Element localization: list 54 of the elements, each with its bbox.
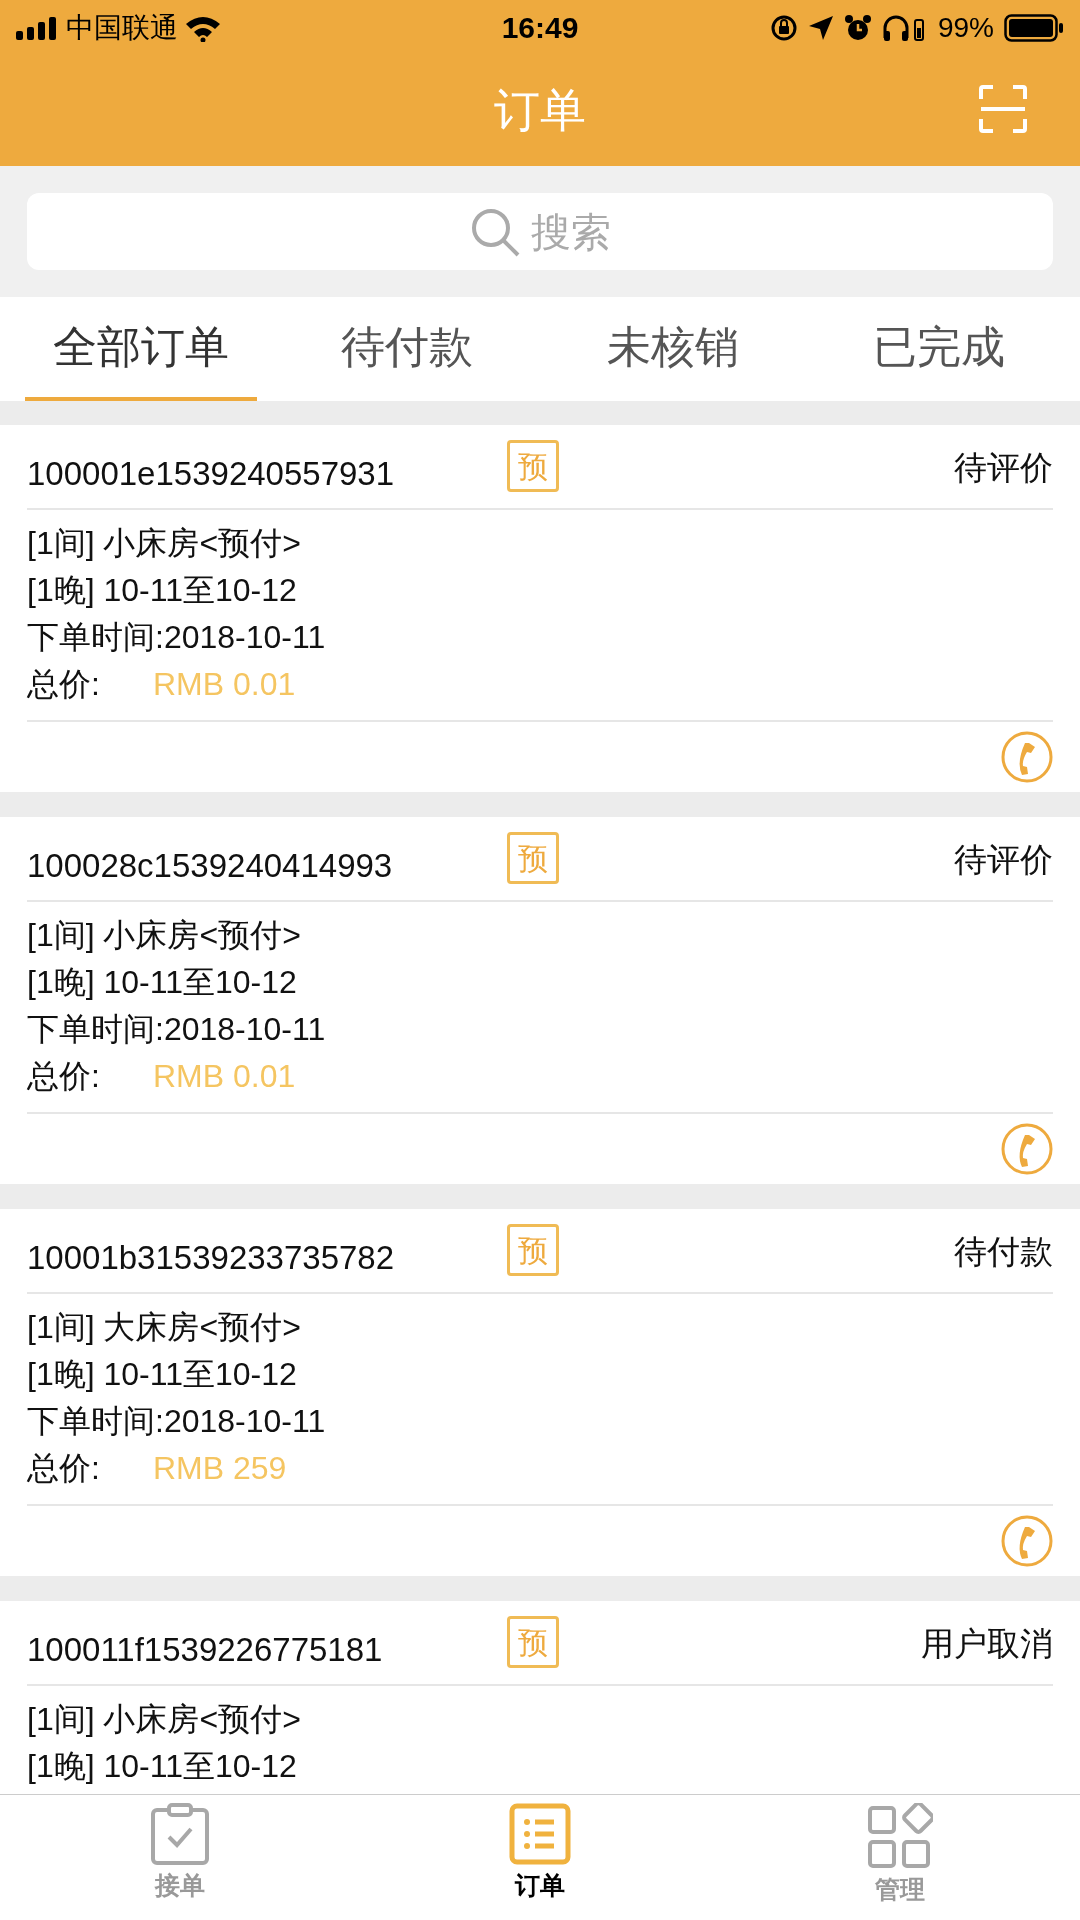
phone-icon[interactable] [1001, 1123, 1053, 1175]
order-detail: [1晚] 10-11至10-12 [27, 1747, 298, 1786]
tab[interactable]: 已完成 [845, 297, 1033, 401]
clock-time: 16:49 [501, 10, 579, 46]
order-card[interactable]: 100028c1539240414993 预 待评价 [1间] 小床房<预付> [1晚] 10-11至10-12 下单时间:2018-10-11 总价: RMB 0.01 [0, 817, 1080, 1184]
location-arrow-icon [807, 14, 834, 41]
list-icon [509, 1803, 571, 1865]
price-label: 总价: [27, 1449, 101, 1488]
prepaid-badge: 预 [507, 440, 559, 492]
order-detail: [1间] 大床房<预付> [27, 1308, 302, 1347]
grid-icon [867, 1803, 933, 1869]
order-detail: [1间] 小床房<预付> [27, 524, 302, 563]
order-detail: 下单时间:2018-10-11 [27, 1010, 327, 1049]
order-status: 待付款 [954, 1232, 1053, 1272]
price-value: RMB 0.01 [153, 1057, 296, 1096]
price-label: 总价: [27, 665, 101, 704]
order-detail: [1晚] 10-11至10-12 [27, 571, 298, 610]
order-card[interactable]: 100011f1539226775181 预 用户取消 [1间] 小床房<预付> [1晚] 10-11至10-12 [0, 1601, 1080, 1794]
order-detail: [1间] 小床房<预付> [27, 916, 302, 955]
price-value: RMB 0.01 [153, 665, 296, 704]
tab[interactable]: 全部订单 [25, 297, 257, 401]
order-card[interactable]: 100001e1539240557931 预 待评价 [1间] 小床房<预付> [1晚] 10-11至10-12 下单时间:2018-10-11 总价: RMB 0.01 [0, 425, 1080, 792]
order-number: 100011f1539226775181 [27, 1629, 384, 1670]
order-status: 待评价 [954, 448, 1053, 488]
order-status: 用户取消 [921, 1624, 1053, 1664]
order-detail: [1间] 小床房<预付> [27, 1700, 302, 1739]
order-number: 100028c1539240414993 [27, 845, 394, 886]
scan-icon[interactable] [979, 85, 1027, 133]
page-title: 订单 [494, 83, 586, 138]
order-card[interactable]: 10001b31539233735782 预 待付款 [1间] 大床房<预付> [1晚] 10-11至10-12 下单时间:2018-10-11 总价: RMB 259 [0, 1209, 1080, 1576]
order-number: 10001b31539233735782 [27, 1237, 396, 1278]
clipboard-check-icon [149, 1803, 211, 1865]
battery-percent: 99% [937, 10, 994, 45]
search-placeholder: 搜索 [531, 208, 611, 256]
prepaid-badge: 预 [507, 1616, 559, 1668]
order-detail: [1晚] 10-11至10-12 [27, 963, 298, 1002]
tab[interactable]: 未核销 [579, 297, 767, 401]
order-number: 100001e1539240557931 [27, 453, 396, 494]
price-label: 总价: [27, 1057, 101, 1096]
prepaid-badge: 预 [507, 1224, 559, 1276]
battery-icon [1004, 13, 1064, 42]
price-value: RMB 259 [153, 1449, 287, 1488]
order-detail: 下单时间:2018-10-11 [27, 1402, 327, 1441]
alarm-clock-icon [843, 13, 872, 42]
order-status: 待评价 [954, 840, 1053, 880]
phone-icon[interactable] [1001, 731, 1053, 783]
tab[interactable]: 待付款 [313, 297, 501, 401]
order-detail: 下单时间:2018-10-11 [27, 618, 327, 657]
order-detail: [1晚] 10-11至10-12 [27, 1355, 298, 1394]
tab-bar-item[interactable]: 订单 [360, 1795, 720, 1920]
prepaid-badge: 预 [507, 832, 559, 884]
rotation-lock-icon [769, 13, 798, 42]
carrier-name: 中国联通 [66, 10, 178, 45]
phone-icon[interactable] [1001, 1515, 1053, 1567]
